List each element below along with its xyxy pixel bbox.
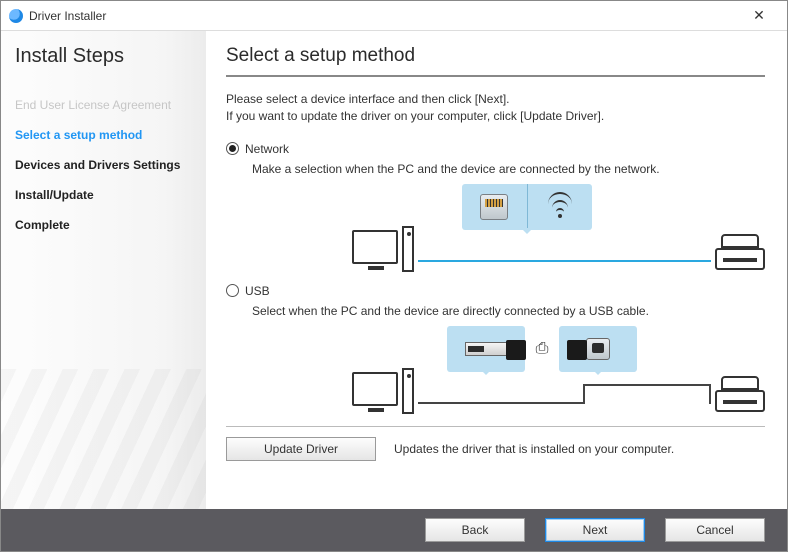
printer-icon (715, 230, 765, 270)
network-badges (462, 184, 592, 230)
update-driver-row: Update Driver Updates the driver that is… (226, 426, 765, 461)
step-complete: Complete (15, 210, 196, 240)
window-title: Driver Installer (29, 9, 739, 23)
back-button[interactable]: Back (425, 518, 525, 542)
sidebar: Install Steps End User License Agreement… (1, 31, 206, 509)
monitor-icon (352, 230, 398, 264)
close-icon[interactable]: ✕ (739, 2, 779, 30)
illustration-network (252, 184, 765, 274)
printer-icon-2 (715, 372, 765, 412)
app-icon (9, 9, 23, 23)
step-install: Install/Update (15, 180, 196, 210)
illustration-usb: ⎙ (252, 326, 765, 416)
footer: Back Next Cancel (1, 509, 787, 551)
intro-line-2: If you want to update the driver on your… (226, 108, 765, 125)
option-network[interactable]: Network (226, 142, 765, 156)
next-button[interactable]: Next (545, 518, 645, 542)
usb-a-icon (465, 342, 507, 356)
intro-line-1: Please select a device interface and the… (226, 91, 765, 108)
radio-network[interactable] (226, 142, 239, 155)
usb-cable-icon (709, 384, 711, 404)
pc-tower-icon-2 (402, 368, 414, 414)
usb-cable-icon (583, 384, 711, 386)
monitor-icon-2 (352, 372, 398, 406)
titlebar: Driver Installer ✕ (1, 1, 787, 31)
step-devices: Devices and Drivers Settings (15, 150, 196, 180)
network-cable-icon (418, 260, 711, 262)
update-driver-button[interactable]: Update Driver (226, 437, 376, 461)
step-setup: Select a setup method (15, 120, 196, 150)
option-network-desc: Make a selection when the PC and the dev… (252, 162, 765, 176)
usb-b-icon (586, 338, 610, 360)
sidebar-heading: Install Steps (15, 45, 196, 68)
pc-tower-icon (402, 226, 414, 272)
ethernet-icon (480, 194, 508, 220)
intro-text: Please select a device interface and the… (226, 91, 765, 126)
main-panel: Select a setup method Please select a de… (206, 31, 787, 509)
usb-badges: ⎙ (447, 326, 637, 372)
usb-trident-icon: ⎙ (531, 326, 553, 372)
update-driver-desc: Updates the driver that is installed on … (394, 442, 674, 456)
option-network-label: Network (245, 142, 289, 156)
content: Install Steps End User License Agreement… (1, 31, 787, 509)
page-title: Select a setup method (226, 45, 765, 77)
option-usb-desc: Select when the PC and the device are di… (252, 304, 765, 318)
step-eula: End User License Agreement (15, 90, 196, 120)
option-usb-label: USB (245, 284, 270, 298)
option-usb[interactable]: USB (226, 284, 765, 298)
cancel-button[interactable]: Cancel (665, 518, 765, 542)
radio-usb[interactable] (226, 284, 239, 297)
wifi-icon (545, 194, 575, 220)
usb-cable-icon (418, 402, 585, 404)
usb-cable-icon (583, 386, 585, 404)
